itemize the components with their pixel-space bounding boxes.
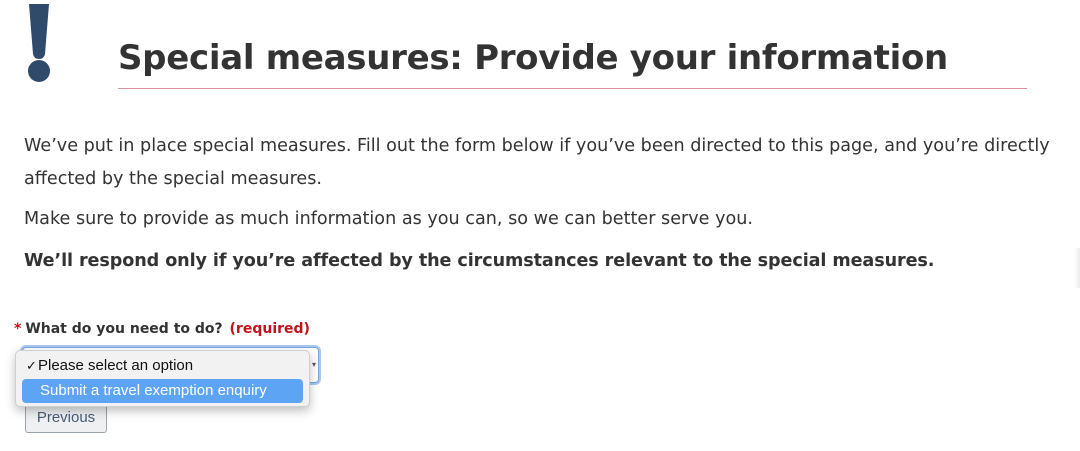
intro-paragraph: We’ve put in place special measures. Fil… [24,136,1050,189]
option-label: Submit a travel exemption enquiry [40,382,267,399]
select-dropdown-menu: ✓Please select an option Submit a travel… [15,350,310,407]
intro-notice: We’ll respond only if you’re affected by… [24,251,935,271]
chevron-down-icon: ▾ [311,360,316,369]
option-label: Please select an option [38,357,194,374]
page: Special measures: Provide your informati… [0,0,1080,451]
intro-paragraph: Make sure to provide as much information… [24,209,754,229]
title-divider [118,88,1027,89]
question-label: * What do you need to do? (required) [14,321,310,337]
scroll-edge [1074,248,1080,288]
select-option-travel-exemption[interactable]: Submit a travel exemption enquiry [22,379,303,403]
exclamation-icon [28,4,50,82]
select-option-placeholder[interactable]: ✓Please select an option [22,354,303,378]
page-title: Special measures: Provide your informati… [118,38,948,78]
required-asterisk: * [14,321,22,337]
required-indicator: (required) [229,321,310,337]
checkmark-icon: ✓ [26,358,37,373]
intro-text: We’ve put in place special measures. Fil… [24,130,1074,278]
question-text: What do you need to do? [25,321,223,337]
